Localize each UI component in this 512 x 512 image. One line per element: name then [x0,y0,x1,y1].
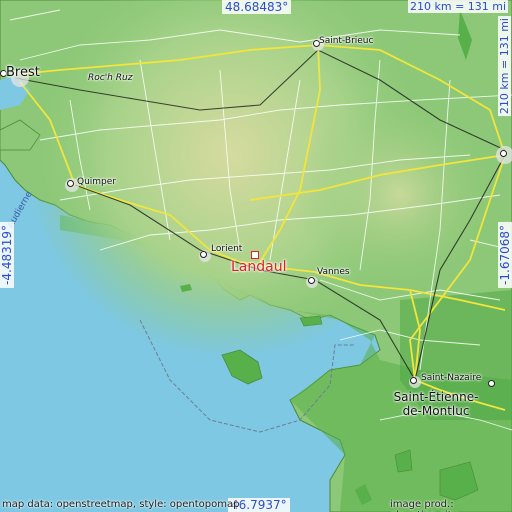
map-view[interactable]: Brest Saint-Brieuc Roc'h Ruz Quimper Lor… [0,0,512,512]
city-marker-lorient [200,251,207,258]
peak-label: Roc'h Ruz [88,73,133,83]
map-attribution: map data: openstreetmap, style: opentopo… [2,499,240,510]
city-label-lorient: Lorient [211,244,243,254]
coord-top: 48.68483° [222,0,292,14]
city-marker-saint-nazaire [410,377,417,384]
city-label-vannes: Vannes [317,267,350,277]
place-marker [251,251,259,259]
city-label-quimper: Quimper [77,177,117,187]
city-label-saint-brieuc: Saint-Brieuc [319,36,374,46]
scale-top: 210 km = 131 mi [408,0,509,13]
city-label-brest: Brest [6,65,40,80]
city-marker-vannes [308,277,315,284]
city-marker-quimper [67,180,74,187]
city-label-saint-etienne-de-montluc: Saint-Étienne-de-Montluc [393,390,479,418]
city-marker-nantes [488,380,495,387]
image-credit: image prod.: elevation.city [390,499,458,512]
coord-right: -1.67068° [498,222,512,288]
city-marker-rennes [500,150,507,157]
scale-right: 210 km = 131 mi [498,16,511,117]
coord-left: -4.48319° [0,222,14,288]
city-label-saint-nazaire: Saint-Nazaire [421,373,482,383]
place-name-label: Landaul [231,259,287,275]
